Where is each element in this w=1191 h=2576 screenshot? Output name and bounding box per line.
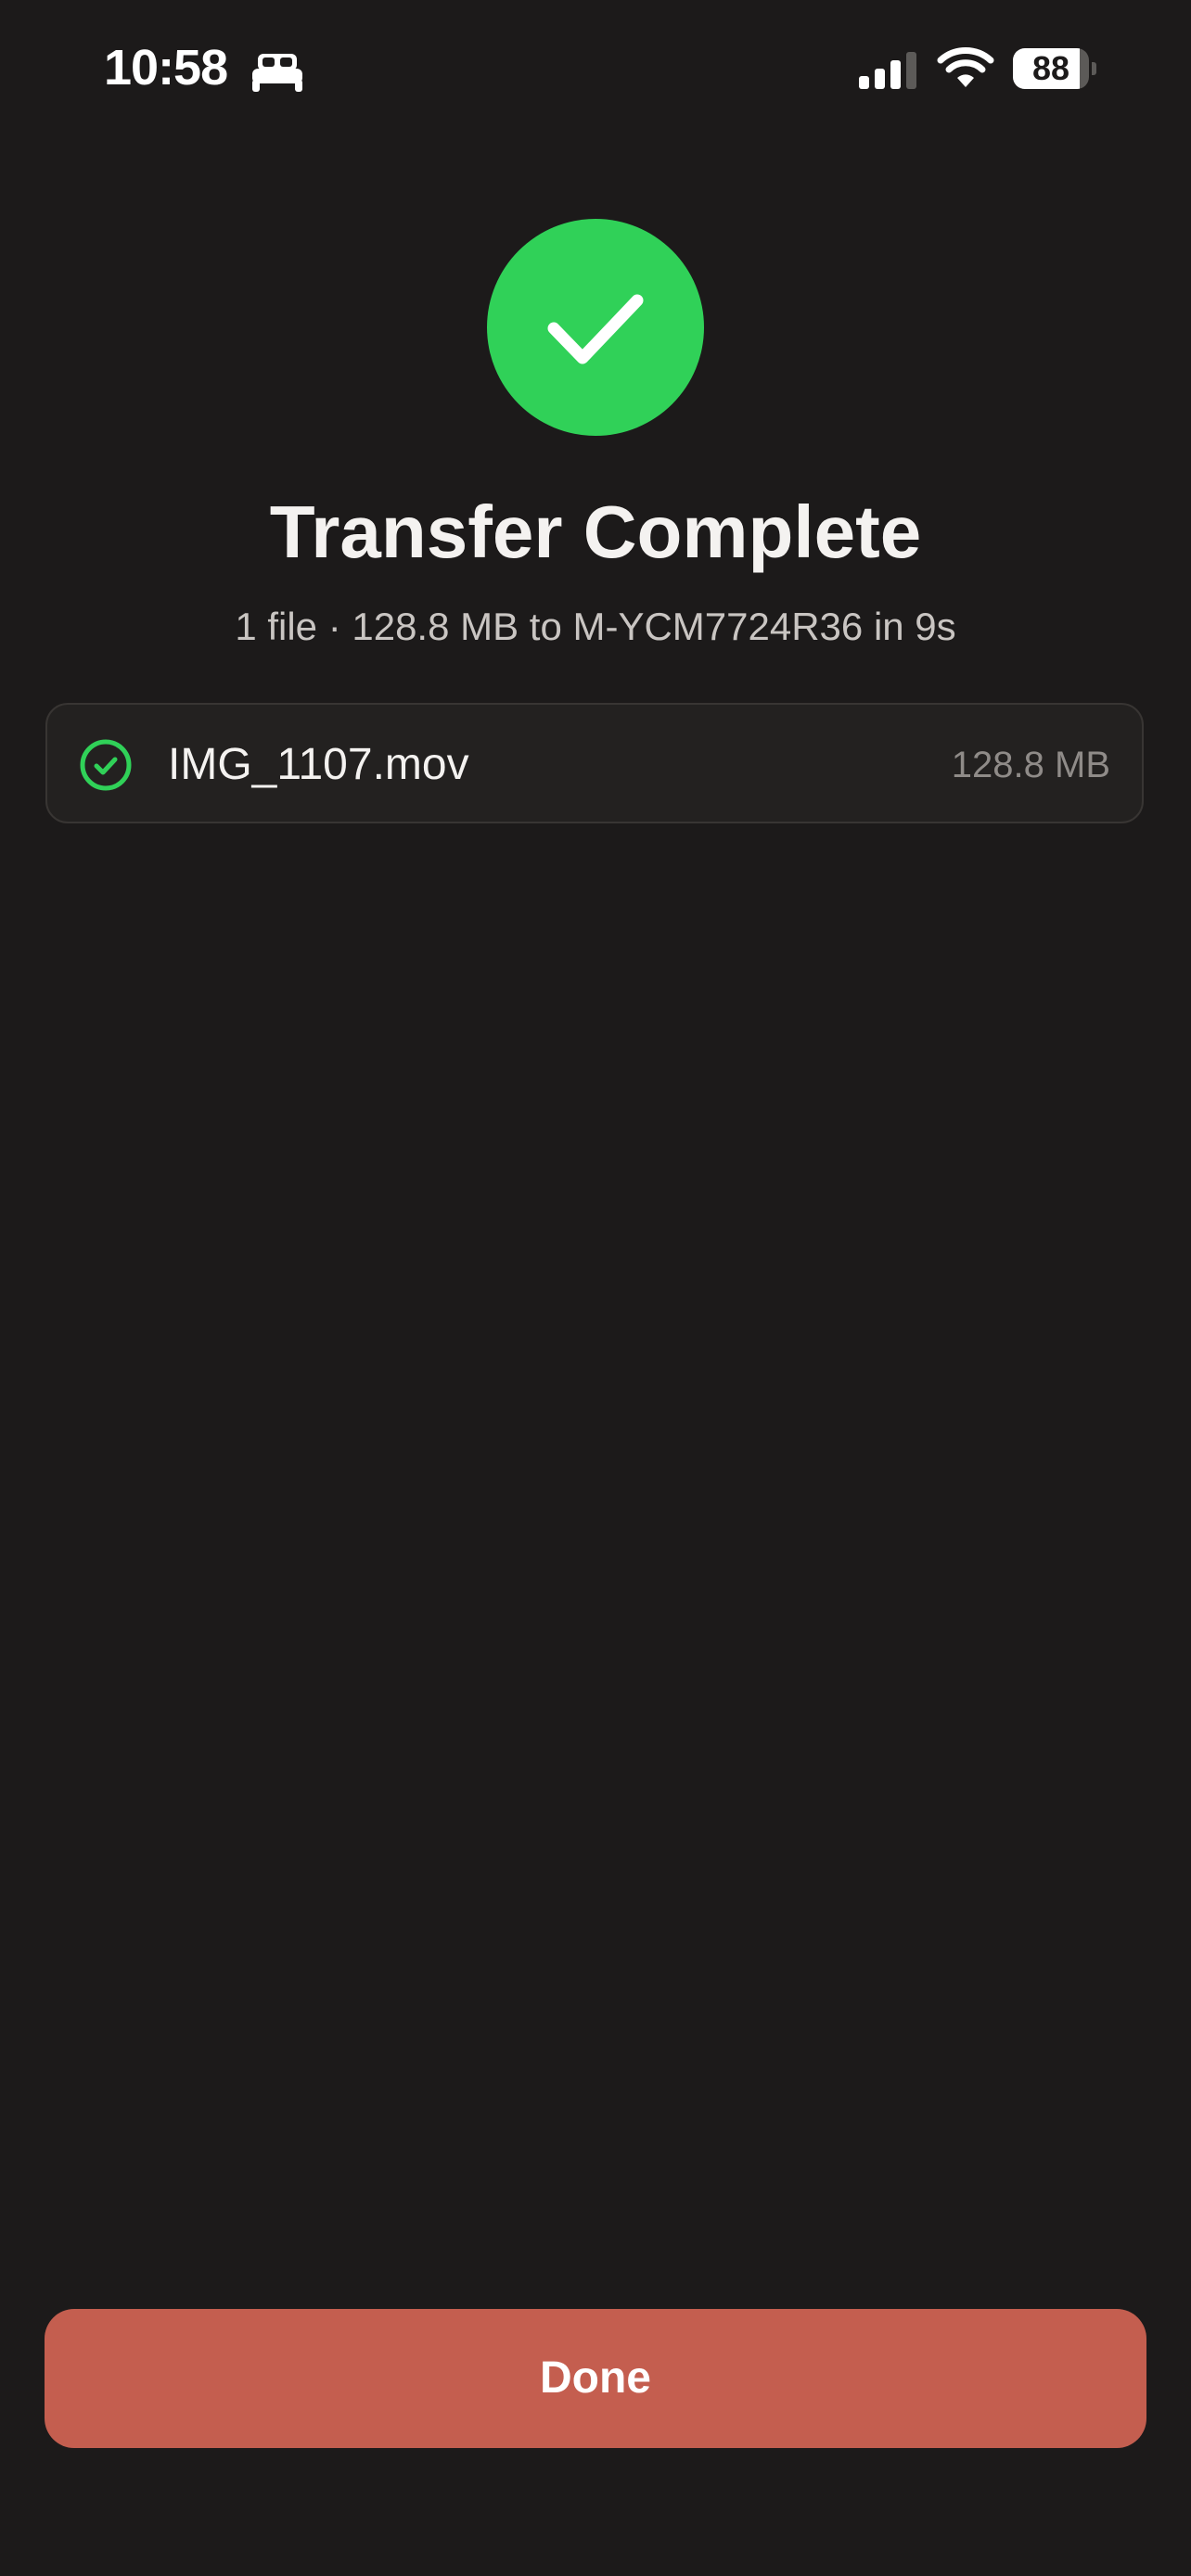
done-button[interactable]: Done — [45, 2309, 1146, 2448]
page-title: Transfer Complete — [269, 491, 922, 573]
transfer-summary: 1 file · 128.8 MB to M-YCM7724R36 in 9s — [235, 605, 956, 648]
battery-indicator: 88 — [1013, 48, 1096, 89]
checkmark-icon — [547, 294, 644, 364]
file-list-item: IMG_1107.mov 128.8 MB — [45, 703, 1144, 823]
status-bar: 10:58 88 — [0, 0, 1191, 139]
status-time: 10:58 — [104, 40, 228, 96]
success-badge — [487, 219, 704, 436]
battery-cap — [1092, 62, 1096, 75]
bed-icon — [252, 54, 302, 92]
battery-percent: 88 — [1031, 49, 1070, 87]
check-circle-icon — [80, 739, 132, 791]
cellular-signal-icon — [859, 52, 916, 89]
wifi-icon — [937, 47, 994, 87]
battery-icon: 88 — [1013, 48, 1089, 89]
file-size: 128.8 MB — [951, 745, 1110, 785]
file-name: IMG_1107.mov — [168, 740, 469, 789]
